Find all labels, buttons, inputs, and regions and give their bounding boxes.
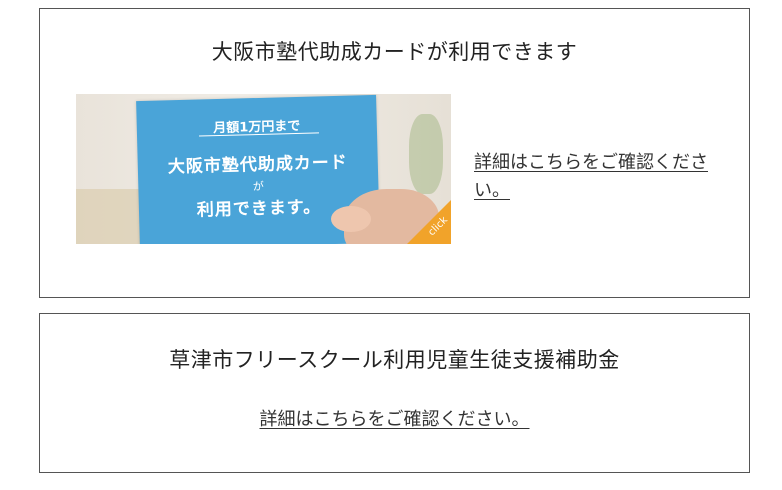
section-title: 草津市フリースクール利用児童生徒支援補助金 <box>169 348 620 372</box>
osaka-card-detail-link[interactable]: 詳細はこちらをご確認ください。 <box>474 149 724 205</box>
osaka-card-section: 大阪市塾代助成カードが利用できます 月額1万円まで 大阪市塾代助成カード が 利… <box>39 8 750 298</box>
osaka-card-banner-image[interactable]: 月額1万円まで 大阪市塾代助成カード が 利用できます。 click <box>76 94 451 244</box>
banner-thumb <box>331 206 371 232</box>
kusatsu-subsidy-section: 草津市フリースクール利用児童生徒支援補助金 詳細はこちらをご確認ください。 <box>39 313 750 473</box>
section-title: 大阪市塾代助成カードが利用できます <box>211 40 578 64</box>
banner-background-plant <box>409 114 443 194</box>
kusatsu-subsidy-detail-link[interactable]: 詳細はこちらをご確認ください。 <box>40 406 749 434</box>
banner-background-shelf <box>76 189 146 244</box>
card-title-text: 大阪市塾代助成カード <box>167 152 349 178</box>
